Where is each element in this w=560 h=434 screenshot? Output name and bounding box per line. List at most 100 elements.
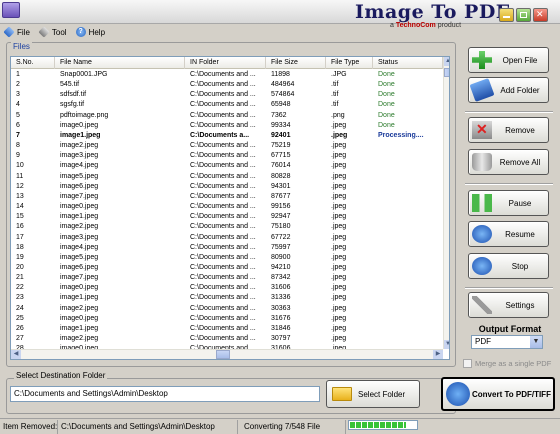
cell-status: Done (378, 91, 395, 99)
menu-help[interactable]: ? Help (75, 27, 105, 37)
cell-status: Processing.... (378, 131, 424, 139)
conversion-progress-bar (348, 420, 418, 430)
cell-file-type: .jpeg (331, 253, 347, 261)
cell-in-folder: C:\Documents and ... (190, 111, 256, 119)
vertical-scrollbar[interactable]: ▲ ▼ (443, 57, 449, 349)
output-format-select[interactable]: PDF ▼ (471, 335, 543, 349)
table-row[interactable]: 9 image3.jpeg C:\Documents and ... 67715 .jp… (11, 151, 443, 161)
convert-icon (446, 382, 470, 406)
minimize-button[interactable] (499, 8, 514, 22)
cell-sno: 25 (16, 314, 24, 322)
column-header-in-folder[interactable]: IN Folder (185, 57, 266, 69)
table-row[interactable]: 6 image0.jpeg C:\Documents and ... 99334 .jp… (11, 121, 443, 131)
cell-file-type: .tif (331, 101, 339, 109)
cell-file-type: .jpeg (331, 243, 347, 251)
scroll-right-arrow-icon[interactable]: ▶ (433, 350, 443, 359)
remove-button[interactable]: Remove (468, 117, 549, 143)
scroll-down-arrow-icon[interactable]: ▼ (444, 340, 449, 349)
cell-file-type: .jpeg (331, 263, 347, 271)
cell-file-size: 65948 (271, 101, 291, 109)
menu-tool[interactable]: Tool (38, 26, 67, 38)
cell-file-size: 30797 (271, 335, 291, 343)
close-button[interactable] (533, 8, 548, 22)
table-row[interactable]: 25 image0.jpeg C:\Documents and ... 31676 .j… (11, 314, 443, 324)
cell-status (373, 141, 443, 151)
cell-file-name: image1.jpeg (60, 213, 99, 221)
table-row[interactable]: 14 image0.jpeg C:\Documents and ... 99156 .j… (11, 202, 443, 212)
table-row[interactable]: 1 Snap0001.JPG C:\Documents and ... 11898 .J… (11, 70, 443, 80)
cell-file-name: 545.tif (60, 81, 80, 89)
table-row[interactable]: 23 image1.jpeg C:\Documents and ... 31336 .j… (11, 293, 443, 303)
table-row[interactable]: 8 image2.jpeg C:\Documents and ... 75219 .jp… (11, 141, 443, 151)
cell-sno: 4 (16, 101, 20, 109)
table-row[interactable]: 19 image5.jpeg C:\Documents and ... 80900 .j… (11, 253, 443, 263)
cell-sno: 23 (16, 294, 24, 302)
cell-in-folder: C:\Documents a... (190, 131, 250, 139)
table-row[interactable]: 21 image7.jpeg C:\Documents and ... 87342 .j… (11, 273, 443, 283)
cell-file-name: image6.jpeg (60, 263, 99, 271)
table-row[interactable]: 3 sdfsdf.tif C:\Documents and ... 574864 .ti… (11, 90, 443, 100)
add-folder-button[interactable]: Add Folder (468, 77, 549, 103)
column-header-status[interactable]: Status (373, 57, 443, 69)
cell-sno: 27 (16, 335, 24, 343)
scroll-up-arrow-icon[interactable]: ▲ (444, 57, 449, 66)
column-header-sno[interactable]: S.No. (11, 57, 55, 69)
menu-file[interactable]: File (3, 26, 30, 38)
open-file-button[interactable]: Open File (468, 47, 549, 73)
table-row[interactable]: 22 image0.jpeg C:\Documents and ... 31606 .j… (11, 283, 443, 293)
remove-all-button[interactable]: Remove All (468, 149, 549, 175)
stop-button[interactable]: Stop (468, 253, 549, 279)
column-header-file-size[interactable]: File Size (266, 57, 326, 69)
pause-button[interactable]: Pause (468, 190, 549, 216)
cell-file-size: 484964 (271, 81, 295, 89)
merge-option[interactable]: Merge as a single PDF (463, 359, 551, 368)
resume-button[interactable]: Resume (468, 221, 549, 247)
table-row[interactable]: 18 image4.jpeg C:\Documents and ... 75997 .j… (11, 243, 443, 253)
horizontal-scroll-thumb[interactable] (216, 350, 230, 359)
maximize-button[interactable] (516, 8, 531, 22)
table-row[interactable]: 17 image3.jpeg C:\Documents and ... 67722 .j… (11, 233, 443, 243)
cell-file-name: image6.jpeg (60, 182, 99, 190)
cell-sno: 14 (16, 203, 24, 211)
cell-file-name: image2.jpeg (60, 223, 99, 231)
horizontal-scrollbar[interactable]: ◀ ▶ (11, 349, 443, 359)
folder-icon (469, 78, 495, 102)
remove-all-label: Remove All (499, 157, 541, 167)
cell-file-type: .png (331, 111, 345, 119)
table-row[interactable]: 20 image6.jpeg C:\Documents and ... 94210 .j… (11, 263, 443, 273)
cell-sno: 6 (16, 121, 20, 129)
pause-label: Pause (508, 198, 532, 208)
table-row[interactable]: 26 image1.jpeg C:\Documents and ... 31846 .j… (11, 324, 443, 334)
cell-sno: 12 (16, 182, 24, 190)
chevron-down-icon[interactable]: ▼ (530, 336, 542, 348)
table-row[interactable]: 11 image5.jpeg C:\Documents and ... 80828 .j… (11, 172, 443, 182)
table-row[interactable]: 10 image4.jpeg C:\Documents and ... 76014 .j… (11, 161, 443, 171)
vertical-scroll-thumb[interactable] (444, 68, 449, 77)
table-row[interactable]: 16 image2.jpeg C:\Documents and ... 75180 .j… (11, 222, 443, 232)
table-row[interactable]: 15 image1.jpeg C:\Documents and ... 92947 .j… (11, 212, 443, 222)
column-header-file-type[interactable]: File Type (326, 57, 373, 69)
destination-path-field[interactable]: C:\Documents and Settings\Admin\Desktop (10, 386, 320, 402)
settings-label: Settings (505, 300, 535, 310)
table-row[interactable]: 5 pdftoimage.png C:\Documents and ... 7362.… (11, 111, 443, 121)
cell-sno: 26 (16, 324, 24, 332)
convert-button[interactable]: Convert To PDF/TIFF (441, 377, 555, 411)
cell-sno: 3 (16, 91, 20, 99)
file-list-table[interactable]: S.No. File Name IN Folder File Size File… (10, 56, 450, 360)
table-row[interactable]: 4 sgsfg.tif C:\Documents and ... 65948 .tif D… (11, 100, 443, 110)
table-row[interactable]: 24 image2.jpeg C:\Documents and ... 30363 .j… (11, 304, 443, 314)
cell-status (373, 182, 443, 192)
settings-button[interactable]: Settings (468, 292, 549, 318)
table-row[interactable]: 12 image6.jpeg C:\Documents and ... 94301 .j… (11, 182, 443, 192)
select-folder-button[interactable]: Select Folder (326, 380, 420, 408)
cell-file-size: 11898 (271, 71, 290, 78)
column-header-file-name[interactable]: File Name (55, 57, 185, 69)
table-row[interactable]: 7 image1.jpeg C:\Documents a... 92401 .jpeg P… (11, 131, 443, 141)
table-row[interactable]: 2 545.tif C:\Documents and ... 484964 .tif Do… (11, 80, 443, 90)
table-row[interactable]: 13 image7.jpeg C:\Documents and ... 87677 .j… (11, 192, 443, 202)
merge-checkbox[interactable] (463, 359, 472, 368)
table-row[interactable]: 27 image2.jpeg C:\Documents and ... 30797 .j… (11, 334, 443, 344)
cell-in-folder: C:\Documents and ... (190, 284, 256, 292)
scroll-left-arrow-icon[interactable]: ◀ (11, 350, 21, 359)
cell-file-size: 31606 (271, 284, 291, 292)
